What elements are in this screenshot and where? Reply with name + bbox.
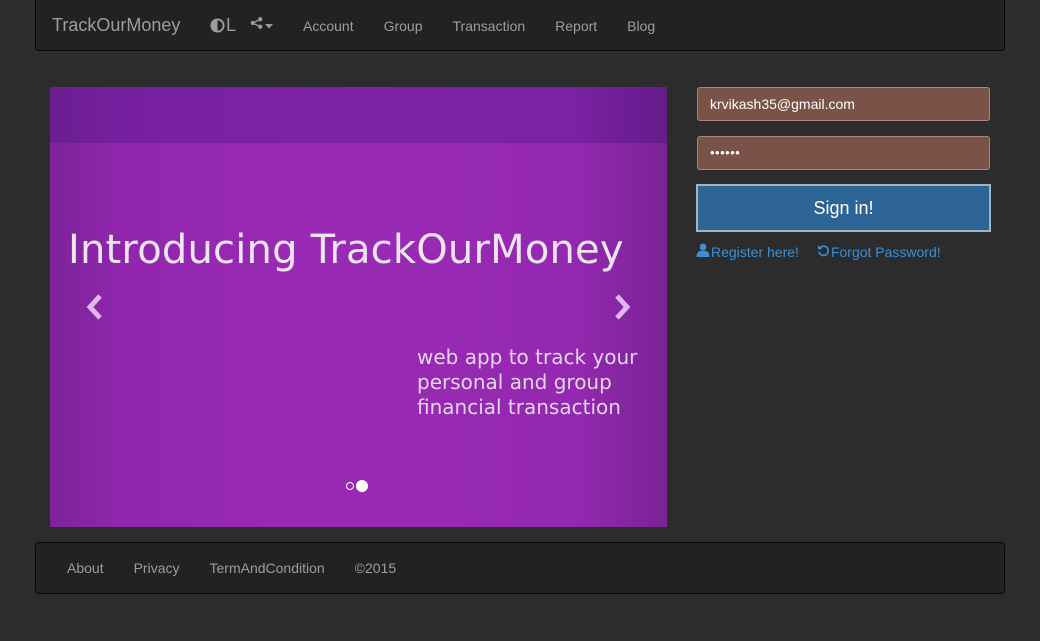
share-alt-icon: [250, 16, 263, 34]
nav-account[interactable]: Account: [288, 0, 369, 50]
chevron-left-icon: [85, 293, 105, 326]
theme-label: L: [226, 14, 237, 35]
forgot-password-label: Forgot Password!: [830, 243, 941, 260]
footer-nav: About Privacy TermAndCondition ©2015: [52, 543, 411, 593]
nav-blog[interactable]: Blog: [612, 0, 670, 50]
refresh-icon: [817, 244, 830, 260]
forgot-password-link[interactable]: Forgot Password!: [817, 243, 941, 260]
nav-transaction[interactable]: Transaction: [438, 0, 541, 50]
top-navbar: TrackOurMoney L Account Group Transactio…: [35, 0, 1005, 51]
carousel-prev-button[interactable]: [80, 292, 110, 326]
nav-group[interactable]: Group: [369, 0, 438, 50]
nav-report[interactable]: Report: [540, 0, 612, 50]
user-icon: [696, 243, 710, 260]
login-links: Register here! Forgot Password!: [696, 243, 941, 260]
carousel-indicator-1[interactable]: [346, 482, 354, 490]
caret-down-icon: [265, 16, 273, 34]
copyright-text: ©2015: [354, 560, 397, 576]
carousel-indicator-2[interactable]: [356, 480, 368, 492]
chevron-right-icon: [612, 293, 632, 326]
email-field[interactable]: krvikash35@gmail.com: [697, 87, 990, 121]
carousel-next-button[interactable]: [607, 292, 637, 326]
password-field[interactable]: ••••••: [697, 136, 990, 170]
share-dropdown-toggle[interactable]: [250, 17, 273, 33]
half-circle-contrast-icon: [210, 17, 225, 33]
register-label: Register here!: [711, 243, 799, 260]
footer-terms-link[interactable]: TermAndCondition: [195, 543, 340, 593]
carousel-subtitle: web app to track your personal and group…: [417, 345, 638, 419]
sign-in-button[interactable]: Sign in!: [696, 184, 991, 232]
footer-about-link[interactable]: About: [52, 543, 119, 593]
intro-carousel: Introducing TrackOurMoney web app to tra…: [50, 87, 667, 527]
brand-link[interactable]: TrackOurMoney: [52, 15, 180, 35]
footer-privacy-link[interactable]: Privacy: [119, 543, 195, 593]
carousel-header-band: [50, 87, 667, 143]
theme-toggle[interactable]: L: [210, 15, 236, 35]
carousel-indicators: [346, 480, 368, 492]
carousel-title: Introducing TrackOurMoney: [68, 227, 624, 273]
register-link[interactable]: Register here!: [696, 243, 799, 260]
footer-bar: About Privacy TermAndCondition ©2015: [35, 542, 1005, 594]
main-nav: Account Group Transaction Report Blog: [288, 0, 670, 50]
